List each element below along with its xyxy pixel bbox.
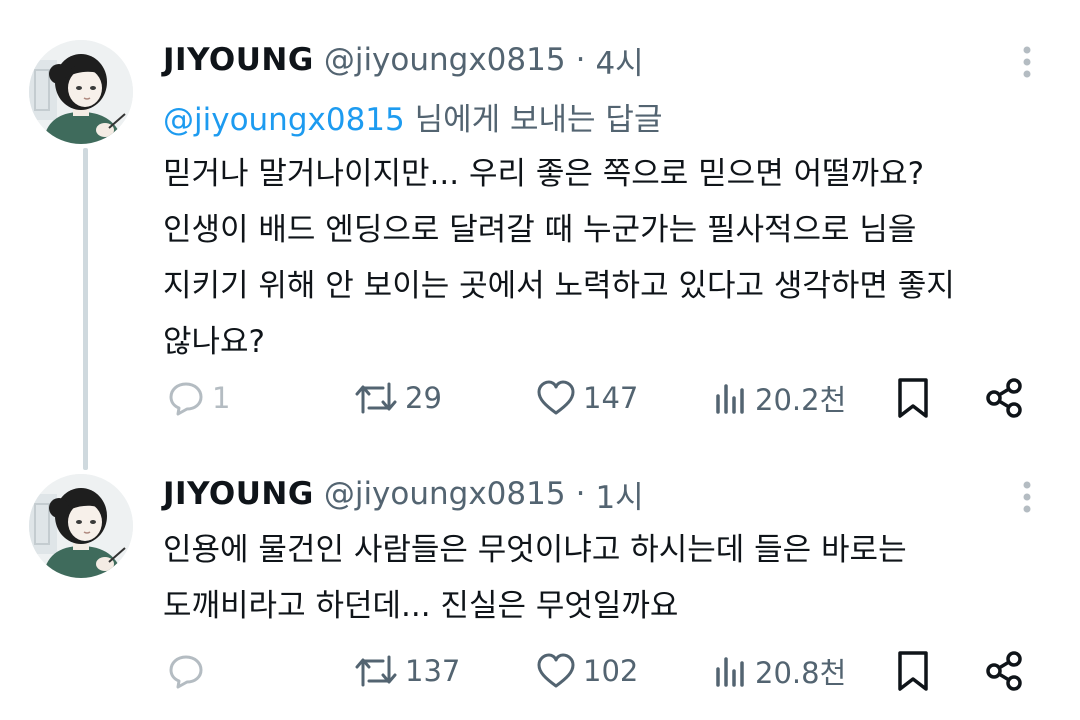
views-button[interactable]: 20.8천 bbox=[713, 646, 846, 696]
retweet-count: 137 bbox=[405, 654, 461, 688]
speech-bubble-icon bbox=[166, 378, 206, 418]
share-button[interactable] bbox=[983, 646, 1027, 696]
reply-button[interactable]: 1 bbox=[166, 373, 230, 423]
timestamp[interactable]: 1시 bbox=[595, 472, 643, 517]
reply-context: @jiyoungx0815 님에게 보내는 답글 bbox=[163, 94, 662, 139]
like-button[interactable]: 147 bbox=[535, 373, 638, 423]
retweet-count: 29 bbox=[405, 381, 442, 415]
views-button[interactable]: 20.2천 bbox=[713, 373, 846, 423]
like-button[interactable]: 102 bbox=[535, 646, 638, 696]
tweet-header: JIYOUNG @jiyoungx0815 · 1시 bbox=[163, 472, 644, 516]
tweet-text-line: 지키기 위해 안 보이는 곳에서 노력하고 있다고 생각하면 좋지 bbox=[163, 268, 955, 304]
tweet-text-line: 인생이 배드 엔딩으로 달려갈 때 누군가는 필사적으로 님을 bbox=[163, 212, 917, 248]
tweet-header: JIYOUNG @jiyoungx0815 · 4시 bbox=[163, 38, 644, 82]
retweet-arrows-icon bbox=[353, 651, 399, 691]
view-count: 20.2천 bbox=[755, 383, 847, 417]
vertical-dots-icon[interactable] bbox=[1012, 42, 1042, 82]
bookmark-button[interactable] bbox=[893, 646, 933, 696]
retweet-button[interactable]: 29 bbox=[353, 373, 442, 423]
reply-button[interactable] bbox=[166, 646, 206, 696]
author-name[interactable]: JIYOUNG bbox=[163, 476, 314, 512]
tweet-text-line: 인용에 물건인 사람들은 무엇이냐고 하시는데 들은 바로는 bbox=[163, 532, 907, 568]
tweet-item[interactable]: JIYOUNG @jiyoungx0815 · 4시 @jiyoungx0815… bbox=[0, 0, 1080, 460]
avatar[interactable] bbox=[29, 40, 133, 144]
retweet-arrows-icon bbox=[353, 378, 399, 418]
author-handle[interactable]: @jiyoungx0815 bbox=[324, 476, 566, 512]
tweet-text-line: 도깨비라고 하던데... 진실은 무엇일까요 bbox=[163, 588, 679, 624]
reply-context-suffix: 님에게 보내는 답글 bbox=[404, 102, 663, 138]
retweet-button[interactable]: 137 bbox=[353, 646, 460, 696]
share-icon bbox=[983, 376, 1027, 420]
tweet-item[interactable]: JIYOUNG @jiyoungx0815 · 1시 인용에 물건인 사람들은 … bbox=[0, 460, 1080, 720]
bar-chart-icon bbox=[713, 378, 749, 418]
avatar[interactable] bbox=[29, 474, 133, 578]
like-count: 102 bbox=[583, 654, 639, 688]
bar-chart-icon bbox=[713, 651, 749, 691]
timestamp[interactable]: 4시 bbox=[595, 38, 643, 83]
action-bar: 1 29 147 20.2천 bbox=[163, 373, 1043, 423]
heart-icon bbox=[535, 378, 577, 418]
mention-link[interactable]: @jiyoungx0815 bbox=[163, 102, 405, 138]
action-bar: 137 102 20.8천 bbox=[163, 646, 1043, 696]
author-name[interactable]: JIYOUNG bbox=[163, 42, 314, 78]
bookmark-button[interactable] bbox=[893, 373, 933, 423]
view-count: 20.8천 bbox=[755, 656, 847, 690]
bookmark-icon bbox=[893, 649, 933, 693]
separator-dot: · bbox=[575, 476, 586, 512]
heart-icon bbox=[535, 651, 577, 691]
bookmark-icon bbox=[893, 376, 933, 420]
tweet-text: 인용에 물건인 사람들은 무엇이냐고 하시는데 들은 바로는 도깨비라고 하던데… bbox=[163, 522, 1043, 634]
tweet-text: 믿거나 말거나이지만... 우리 좋은 쪽으로 믿으면 어떨까요? 인생이 배드… bbox=[163, 146, 1043, 370]
tweet-text-line: 않나요? bbox=[163, 324, 266, 360]
author-handle[interactable]: @jiyoungx0815 bbox=[324, 42, 566, 78]
speech-bubble-icon bbox=[166, 651, 206, 691]
like-count: 147 bbox=[583, 381, 639, 415]
share-icon bbox=[983, 649, 1027, 693]
share-button[interactable] bbox=[983, 373, 1027, 423]
separator-dot: · bbox=[575, 42, 586, 78]
tweet-text-line: 믿거나 말거나이지만... 우리 좋은 쪽으로 믿으면 어떨까요? bbox=[163, 156, 925, 192]
vertical-dots-icon[interactable] bbox=[1012, 477, 1042, 517]
reply-count: 1 bbox=[212, 381, 231, 415]
